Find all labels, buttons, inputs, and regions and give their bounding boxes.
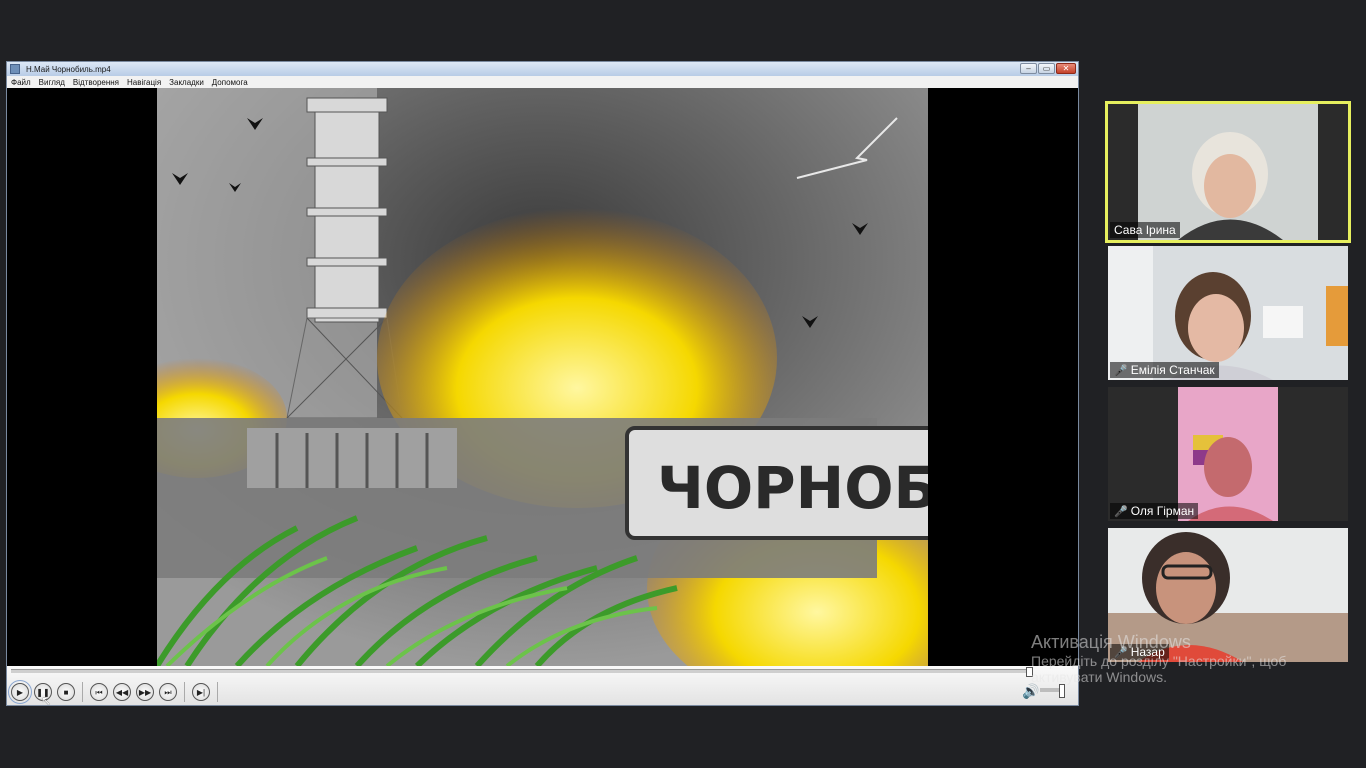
play-button[interactable]: ▶: [8, 680, 32, 704]
participant-video: [1108, 387, 1348, 521]
participant-name: Сава Ірина: [1114, 223, 1176, 237]
menu-bookmarks[interactable]: Закладки: [165, 78, 208, 87]
close-button[interactable]: ✕: [1056, 63, 1076, 74]
participant-tile[interactable]: 🎤 Оля Гірман: [1108, 387, 1348, 521]
video-image: ЧОРНОБИ: [157, 88, 928, 666]
participant-name-tag: Сава Ірина: [1110, 222, 1180, 238]
menu-file[interactable]: Файл: [7, 78, 35, 87]
forward-button[interactable]: ▶▶: [136, 683, 154, 701]
mic-off-icon: 🎤: [1114, 364, 1128, 377]
speaker-icon[interactable]: 🔊: [1022, 683, 1039, 700]
separator: [217, 682, 218, 702]
menu-help[interactable]: Допомога: [208, 78, 252, 87]
menu-navigation[interactable]: Навігація: [123, 78, 165, 87]
video-area[interactable]: ЧОРНОБИ: [7, 88, 1078, 666]
watermark-title: Активація Windows: [1031, 632, 1191, 652]
participant-name-tag: 🎤 Емілія Станчак: [1110, 362, 1219, 378]
watermark-line: Перейдіть до розділу "Настройки", щоб: [1031, 653, 1287, 669]
participant-tile-active[interactable]: Сава Ірина: [1105, 101, 1351, 243]
menu-bar: Файл Вигляд Відтворення Навігація Заклад…: [7, 76, 1078, 88]
frame-step-button[interactable]: ▶|: [192, 683, 210, 701]
participant-name: Оля Гірман: [1130, 504, 1195, 518]
title-bar[interactable]: Н.Май Чорнобиль.mp4 – ▭ ✕: [7, 62, 1078, 76]
video-frame: ЧОРНОБИ: [157, 88, 928, 666]
window-title: Н.Май Чорнобиль.mp4: [26, 64, 111, 74]
volume-knob[interactable]: [1059, 684, 1065, 698]
participant-name-tag: 🎤 Оля Гірман: [1110, 503, 1199, 519]
watermark-line: активувати Windows.: [1031, 669, 1167, 685]
video-sign-text: ЧОРНОБИ: [657, 454, 928, 522]
separator: [184, 682, 185, 702]
next-button[interactable]: ⏭: [159, 683, 177, 701]
participant-video: [1108, 104, 1348, 240]
seek-bar[interactable]: [11, 667, 1033, 677]
rewind-button[interactable]: ◀◀: [113, 683, 131, 701]
windows-activation-watermark: Активація Windows Перейдіть до розділу "…: [1031, 632, 1366, 685]
participant-video: [1108, 246, 1348, 380]
minimize-button[interactable]: –: [1020, 63, 1037, 74]
media-player-window[interactable]: Н.Май Чорнобиль.mp4 – ▭ ✕ Файл Вигляд Ві…: [6, 61, 1079, 706]
separator: [82, 682, 83, 702]
previous-button[interactable]: ⏮: [90, 683, 108, 701]
menu-playback[interactable]: Відтворення: [69, 78, 123, 87]
app-icon: [10, 64, 20, 74]
stop-button[interactable]: ■: [57, 683, 75, 701]
restore-button[interactable]: ▭: [1038, 63, 1055, 74]
menu-view[interactable]: Вигляд: [35, 78, 69, 87]
mouse-cursor-icon: ↖: [41, 694, 52, 708]
playback-controls: ▶ ❚❚ ■ ⏮ ◀◀ ▶▶ ⏭ ▶| 🔊: [7, 666, 1078, 705]
mic-off-icon: 🎤: [1114, 505, 1128, 518]
participant-tile[interactable]: 🎤 Емілія Станчак: [1108, 246, 1348, 380]
participant-name: Емілія Станчак: [1130, 363, 1215, 377]
